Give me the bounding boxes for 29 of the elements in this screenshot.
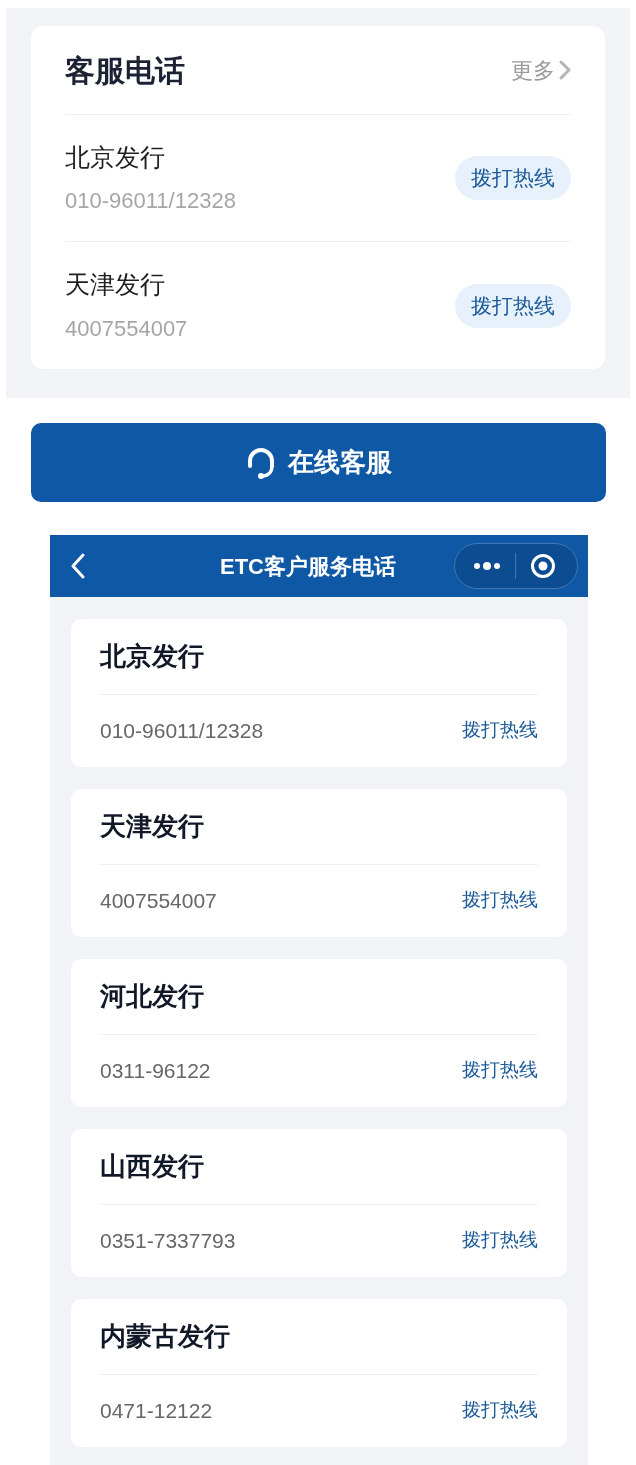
branch-name: 河北发行 xyxy=(100,980,204,1013)
phone-number: 4007554007 xyxy=(100,887,217,914)
chevron-right-icon xyxy=(559,60,571,80)
call-hotline-link[interactable]: 拨打热线 xyxy=(462,1396,538,1425)
phone-number: 4007554007 xyxy=(65,314,188,343)
headset-icon xyxy=(245,445,276,480)
online-service-button[interactable]: 在线客服 xyxy=(31,423,606,502)
branch-name: 天津发行 xyxy=(65,269,166,301)
close-icon[interactable] xyxy=(530,553,556,579)
phone-number: 010-96011/12328 xyxy=(65,187,236,216)
back-icon[interactable] xyxy=(70,553,86,579)
phone-number: 0311-96122 xyxy=(100,1057,211,1084)
call-hotline-link[interactable]: 拨打热线 xyxy=(462,886,538,915)
branch-name: 山西发行 xyxy=(100,1150,204,1183)
branch-name: 天津发行 xyxy=(100,810,204,843)
call-hotline-link[interactable]: 拨打热线 xyxy=(462,716,538,745)
phone-number: 010-96011/12328 xyxy=(100,717,264,744)
card-title: 客服电话 xyxy=(65,52,185,89)
branch-name: 内蒙古发行 xyxy=(100,1320,230,1353)
phone-number: 0351-7337793 xyxy=(100,1227,236,1254)
branch-name: 北京发行 xyxy=(100,640,204,673)
call-hotline-button[interactable]: 拨打热线 xyxy=(455,156,571,200)
call-hotline-button[interactable]: 拨打热线 xyxy=(455,283,571,328)
call-hotline-link[interactable]: 拨打热线 xyxy=(462,1056,538,1085)
phone-number: 0471-12122 xyxy=(100,1397,213,1424)
more-icon[interactable] xyxy=(473,561,501,571)
nav-title: ETC客户服务电话 xyxy=(220,552,396,581)
branch-name: 北京发行 xyxy=(65,141,166,173)
call-hotline-link[interactable]: 拨打热线 xyxy=(462,1226,538,1255)
